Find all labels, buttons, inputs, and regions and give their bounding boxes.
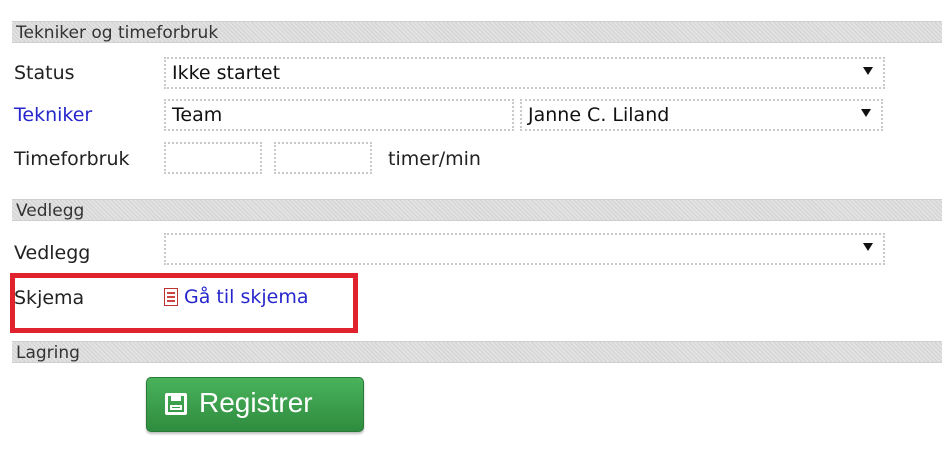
chevron-down-icon bbox=[863, 243, 873, 251]
status-label: Status bbox=[14, 62, 75, 84]
section-header-vedlegg: Vedlegg bbox=[12, 199, 942, 221]
section-title: Vedlegg bbox=[16, 201, 85, 221]
register-button[interactable]: Registrer bbox=[146, 377, 364, 432]
vedlegg-label: Vedlegg bbox=[14, 242, 91, 264]
skjema-link[interactable]: Gå til skjema bbox=[184, 286, 308, 308]
skjema-label: Skjema bbox=[14, 287, 85, 309]
document-icon[interactable] bbox=[164, 288, 178, 306]
section-title: Lagring bbox=[16, 343, 80, 363]
chevron-down-icon bbox=[863, 67, 873, 75]
section-title: Tekniker og timeforbruk bbox=[16, 23, 219, 43]
tekniker-link[interactable]: Tekniker bbox=[14, 104, 92, 126]
tekniker-person-select[interactable]: Janne C. Liland bbox=[520, 99, 883, 131]
save-icon bbox=[165, 393, 187, 415]
status-select[interactable]: Ikke startet bbox=[164, 57, 885, 89]
tekniker-team-field[interactable]: Team bbox=[164, 99, 514, 131]
section-header-lagring: Lagring bbox=[12, 341, 942, 363]
status-value: Ikke startet bbox=[172, 62, 281, 84]
tekniker-person-value: Janne C. Liland bbox=[528, 104, 670, 126]
register-button-label: Registrer bbox=[199, 387, 313, 418]
chevron-down-icon bbox=[861, 109, 871, 117]
timeforbruk-label: Timeforbruk bbox=[14, 148, 130, 170]
hours-input[interactable] bbox=[164, 142, 262, 174]
tekniker-team-value: Team bbox=[172, 104, 223, 126]
section-header-tekniker: Tekniker og timeforbruk bbox=[12, 21, 942, 43]
vedlegg-select[interactable] bbox=[164, 233, 885, 265]
minutes-input[interactable] bbox=[274, 142, 372, 174]
time-unit-label: timer/min bbox=[388, 148, 481, 170]
